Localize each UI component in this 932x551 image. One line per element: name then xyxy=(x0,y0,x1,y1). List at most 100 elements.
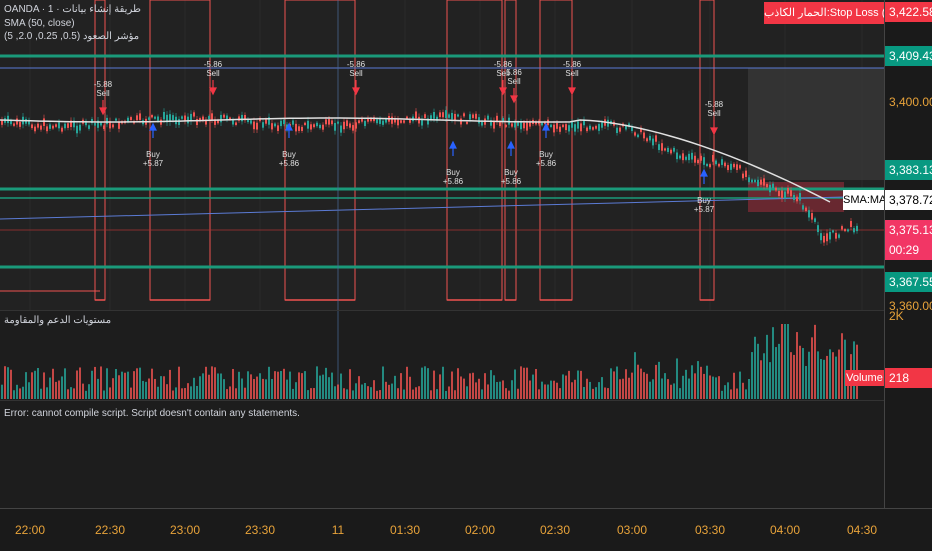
volume-bar xyxy=(439,374,441,399)
volume-bar xyxy=(757,343,759,399)
candle-body xyxy=(472,114,474,119)
volume-bar xyxy=(49,377,51,399)
candle-body xyxy=(55,124,57,127)
candle-body xyxy=(703,157,705,165)
volume-bar xyxy=(175,387,177,399)
candle-body xyxy=(670,149,672,154)
volume-bar xyxy=(1,384,3,399)
volume-bar xyxy=(610,368,612,399)
volume-bar xyxy=(136,368,138,399)
candle-body xyxy=(94,123,96,126)
volume-bar xyxy=(802,348,804,399)
candle-body xyxy=(391,116,393,124)
candle-body xyxy=(118,121,120,129)
time-axis[interactable]: 22:00 22:30 23:00 23:30 11 01:30 02:00 02:30 03:… xyxy=(0,508,932,551)
volume-bar xyxy=(28,382,30,399)
candle-body xyxy=(808,210,810,218)
volume-bar xyxy=(64,368,66,399)
volume-pane[interactable]: مستويات الدعم والمقاومة xyxy=(0,310,884,401)
volume-bar xyxy=(769,362,771,399)
volume-pane-title: مستويات الدعم والمقاومة xyxy=(4,315,112,326)
candle-body xyxy=(157,116,159,121)
volume-bar xyxy=(109,387,111,399)
signal-text: +5.87 xyxy=(142,159,164,168)
candle-body xyxy=(814,218,816,222)
volume-bar xyxy=(559,388,561,399)
volume-bar xyxy=(505,388,507,399)
volume-bar xyxy=(547,384,549,399)
candle-body xyxy=(61,127,63,132)
candle-body xyxy=(694,155,696,163)
time-tick: 22:00 xyxy=(14,523,46,537)
candle-body xyxy=(292,120,294,125)
candle-body xyxy=(712,154,714,162)
signal-channel xyxy=(94,0,106,301)
candle-body xyxy=(112,124,114,128)
volume-bar xyxy=(526,367,528,399)
sma-legend[interactable]: SMA (50, close) xyxy=(4,18,75,29)
volume-bar xyxy=(799,345,801,399)
volume-bar xyxy=(829,349,831,399)
volume-bar xyxy=(241,378,243,399)
volume-chart-canvas[interactable] xyxy=(0,311,884,401)
symbol-legend[interactable]: OANDA · 1 · طريقة إنشاء بيانات xyxy=(4,4,141,15)
candle-body xyxy=(31,124,33,129)
price-pane[interactable]: OANDA · 1 · طريقة إنشاء بيانات SMA (50, … xyxy=(0,0,908,310)
candle-body xyxy=(817,225,819,233)
volume-bar xyxy=(487,384,489,399)
candle-body xyxy=(598,124,600,131)
candle-body xyxy=(643,132,645,139)
volume-bar xyxy=(820,359,822,399)
candle-body xyxy=(58,122,60,129)
sma-price-tag: SMA:MA xyxy=(843,190,886,210)
sell-signal-label: -5.86 Sell xyxy=(563,60,581,78)
volume-bar xyxy=(292,388,294,399)
candle-body xyxy=(796,196,798,202)
volume-bar xyxy=(661,378,663,399)
candle-body xyxy=(298,126,300,131)
candle-body xyxy=(724,162,726,167)
candle-body xyxy=(106,117,108,125)
signal-text: Buy xyxy=(539,150,553,159)
signal-text: Sell xyxy=(349,69,363,78)
candle-body xyxy=(505,124,507,127)
buy-signal-label: Buy +5.86 xyxy=(279,150,299,168)
volume-bar xyxy=(295,382,297,399)
volume-bar xyxy=(532,374,534,399)
sell-signal-label: -5.88 Sell xyxy=(705,100,723,118)
volume-bar xyxy=(220,373,222,399)
volume-bar xyxy=(25,372,27,399)
price-chart-canvas[interactable] xyxy=(0,0,884,310)
volume-bar xyxy=(163,376,165,399)
candle-body xyxy=(7,115,9,124)
volume-bar xyxy=(178,366,180,399)
volume-bar xyxy=(496,382,498,399)
volume-bar xyxy=(721,390,723,399)
signal-text: Sell xyxy=(206,69,220,78)
candle-body xyxy=(799,193,801,201)
candle-body xyxy=(337,121,339,124)
candle-body xyxy=(193,112,195,117)
volume-bar xyxy=(703,373,705,399)
candle-body xyxy=(331,120,333,125)
volume-bar xyxy=(808,351,810,399)
candle-body xyxy=(130,117,132,121)
volume-bar xyxy=(169,369,171,399)
candle-body xyxy=(223,114,225,118)
candle-body xyxy=(772,183,774,189)
volume-bar xyxy=(271,379,273,399)
candle-body xyxy=(655,135,657,142)
indicator-legend[interactable]: مؤشر الصعود (0.5, 0.25, 2.0, 5) xyxy=(4,31,139,42)
volume-bar xyxy=(232,368,234,399)
signal-text: +5.86 xyxy=(278,159,300,168)
candle-body xyxy=(775,187,777,191)
volume-bar xyxy=(811,337,813,399)
volume-bar xyxy=(403,389,405,399)
volume-bar xyxy=(574,379,576,399)
volume-bar xyxy=(691,365,693,399)
candle-body xyxy=(280,120,282,127)
volume-bar xyxy=(724,385,726,399)
volume-bar xyxy=(814,324,816,399)
price-axis[interactable]: 3,422.58 3,409.43 3,400.00 3,383.13 3,37… xyxy=(884,0,932,508)
volume-bar xyxy=(730,389,732,399)
